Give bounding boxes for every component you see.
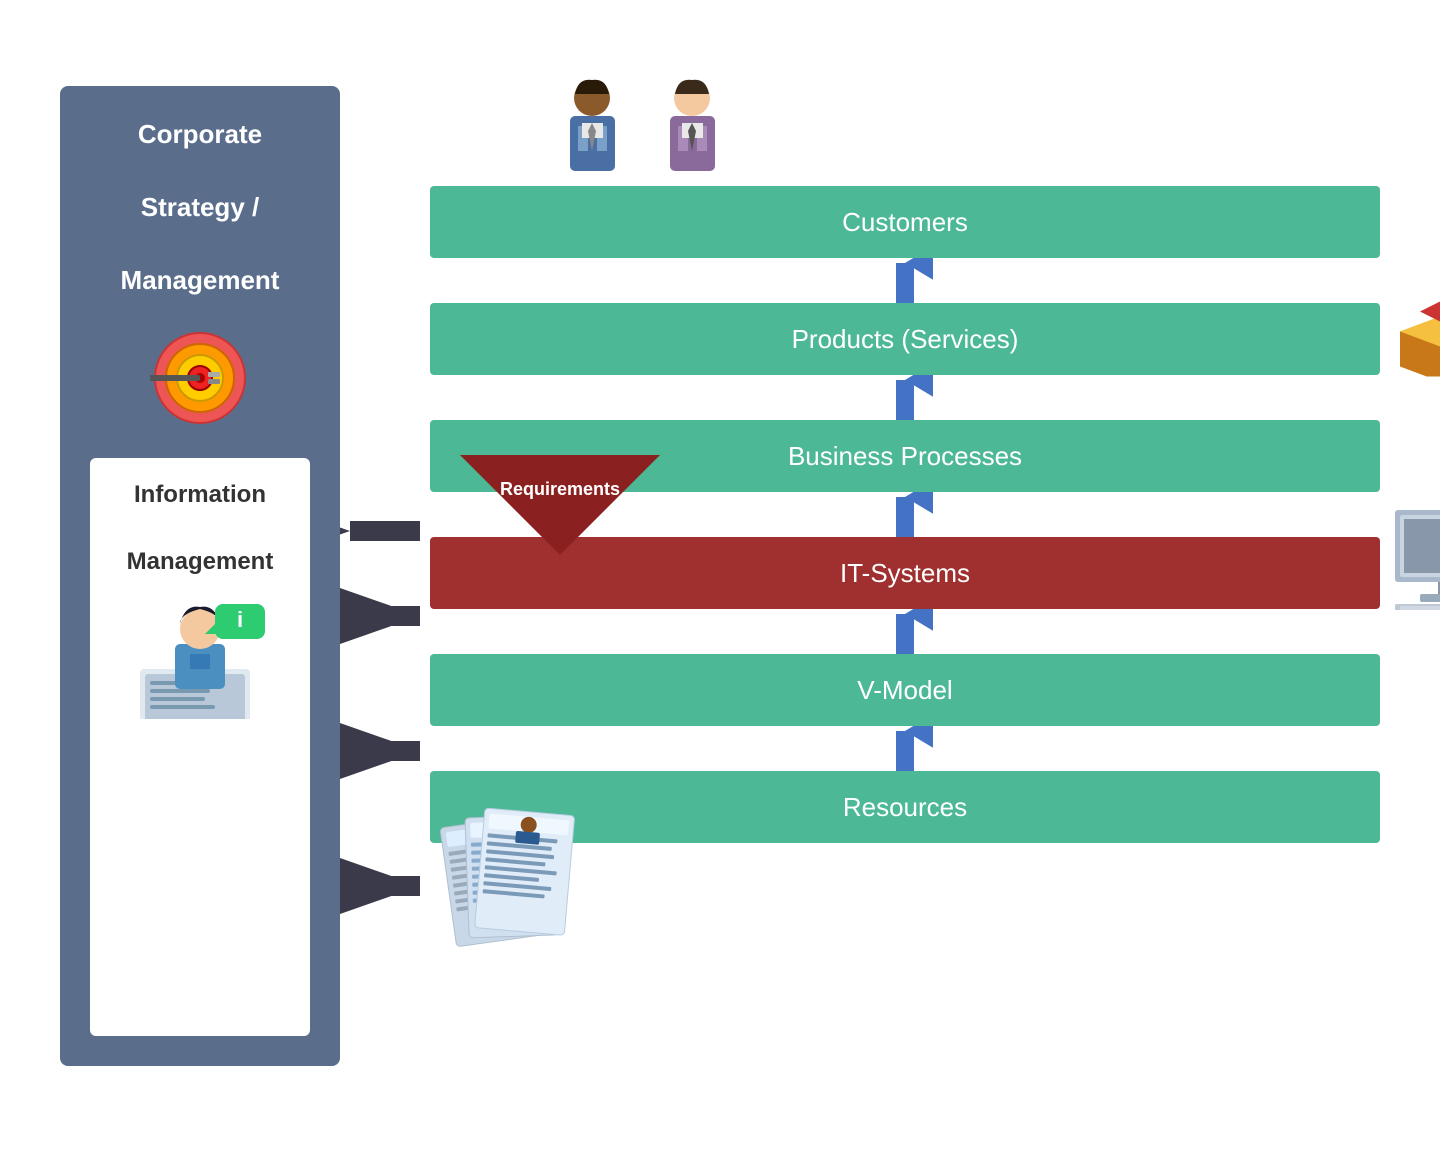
computer-icon xyxy=(1390,510,1440,615)
business-processes-label: Business Processes xyxy=(788,441,1022,472)
resources-bar: Resources xyxy=(430,771,1380,843)
resource-docs xyxy=(410,808,610,1003)
resources-row-wrapper: Resources xyxy=(430,771,1380,843)
blue-arrow-up-5 xyxy=(878,726,933,771)
customer-figure-2 xyxy=(650,76,735,196)
arrow-up-5 xyxy=(430,726,1380,771)
info-title: InformationManagement xyxy=(127,478,274,579)
blue-arrow-up-3 xyxy=(878,492,933,537)
customer-figures xyxy=(550,76,735,196)
products-label: Products (Services) xyxy=(792,324,1019,355)
arrow-up-1 xyxy=(430,258,1380,303)
info-management-box: InformationManagement xyxy=(90,458,310,1036)
business-processes-bar: Business Processes Requirements xyxy=(430,420,1380,492)
resources-label: Resources xyxy=(843,792,967,823)
arrow-up-2 xyxy=(430,375,1380,420)
v-model-row-wrapper: V-Model V xyxy=(430,654,1380,726)
requirements-triangle: Requirements xyxy=(460,455,660,560)
svg-text:i: i xyxy=(237,607,243,632)
customers-bar: Customers xyxy=(430,186,1380,258)
customer-figure-1 xyxy=(550,76,635,196)
arrow-up-4 xyxy=(430,609,1380,654)
computer-svg xyxy=(1390,510,1440,610)
main-container: CorporateStrategy /Management Informatio… xyxy=(0,0,1440,1152)
requirements-svg: Requirements xyxy=(460,455,660,555)
blue-arrow-up-1 xyxy=(878,258,933,303)
customers-label: Customers xyxy=(842,207,968,238)
info-person-icon: i xyxy=(120,599,280,719)
v-letter: V xyxy=(1437,635,1440,745)
customers-row-wrapper: Customers xyxy=(430,186,1380,258)
resource-docs-svg xyxy=(410,808,610,998)
products-row-wrapper: Products (Services) xyxy=(430,303,1380,375)
sidebar: CorporateStrategy /Management Informatio… xyxy=(60,86,340,1066)
target-icon xyxy=(150,328,250,428)
v-model-bar: V-Model V xyxy=(430,654,1380,726)
blue-arrow-up-2 xyxy=(878,375,933,420)
business-processes-row-wrapper: Business Processes Requirements xyxy=(430,420,1380,492)
it-systems-label: IT-Systems xyxy=(840,558,970,589)
sidebar-top-text: CorporateStrategy /Management xyxy=(121,116,280,298)
product-box-svg xyxy=(1390,297,1440,377)
box-icon xyxy=(1390,297,1440,382)
products-bar: Products (Services) xyxy=(430,303,1380,375)
rows-container: Customers Products (Services) xyxy=(430,86,1380,1066)
blue-arrow-up-4 xyxy=(878,609,933,654)
v-model-label: V-Model xyxy=(857,675,952,706)
svg-text:Requirements: Requirements xyxy=(500,479,620,499)
